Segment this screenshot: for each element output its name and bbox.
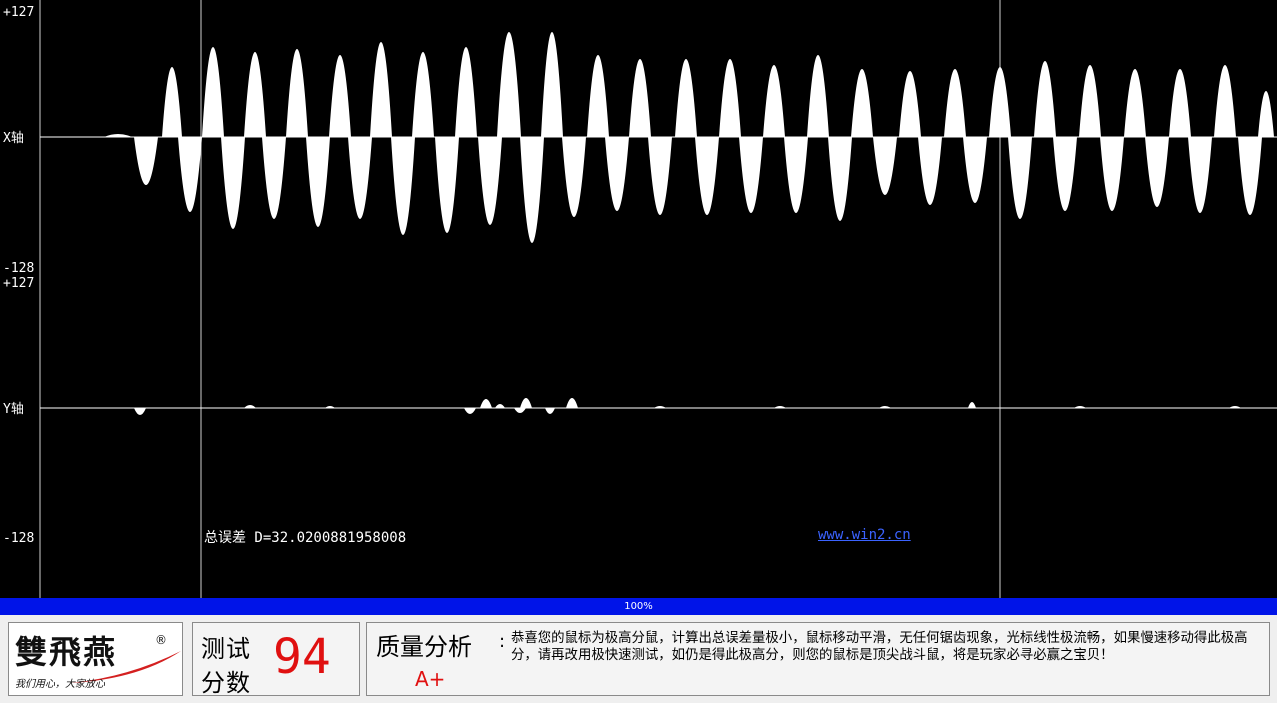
site-link[interactable]: www.win2.cn <box>818 527 911 543</box>
progress-bar: 100% <box>0 598 1277 615</box>
y-axis-max-label: +127 <box>3 276 35 291</box>
x-axis-max-label: +127 <box>3 5 35 20</box>
quality-description: 恭喜您的鼠标为极高分鼠，计算出总误差量极小，鼠标移动平滑，无任何锯齿现象，光标线… <box>511 631 1248 663</box>
score-label-line1: 测试 <box>201 635 251 663</box>
registered-mark: ® <box>155 633 167 647</box>
quality-colon: : <box>499 631 506 652</box>
waveform-plot-area: +127 X轴 -128 +127 Y轴 -128 总误差 D=32.02008… <box>0 0 1277 598</box>
score-panel: 测试 分数 94 <box>192 622 360 697</box>
brand-slogan: 我们用心，大家放心 <box>15 679 105 690</box>
quality-grade: A+ <box>415 667 446 691</box>
total-error-readout: 总误差 D=32.0200881958008 <box>204 530 407 546</box>
y-axis-name-label: Y轴 <box>3 402 24 417</box>
x-axis-name-label: X轴 <box>3 131 24 146</box>
score-label-line2: 分数 <box>201 669 251 697</box>
waveform-canvas <box>39 0 1277 598</box>
quality-analysis-panel: 质量分析 : A+ 恭喜您的鼠标为极高分鼠，计算出总误差量极小，鼠标移动平滑，无… <box>366 622 1270 696</box>
y-axis-min-label: -128 <box>3 531 35 546</box>
y-axis-waveform <box>134 398 1241 415</box>
quality-title: 质量分析 <box>376 633 472 661</box>
progress-label: 100% <box>624 601 653 612</box>
brand-logo: 雙飛燕 ® 我们用心，大家放心 <box>8 622 183 696</box>
x-axis-min-label: -128 <box>3 261 35 276</box>
score-value: 94 <box>273 629 331 685</box>
result-panel: 雙飛燕 ® 我们用心，大家放心 测试 分数 94 质量分析 : A+ 恭喜您的鼠… <box>0 615 1277 703</box>
